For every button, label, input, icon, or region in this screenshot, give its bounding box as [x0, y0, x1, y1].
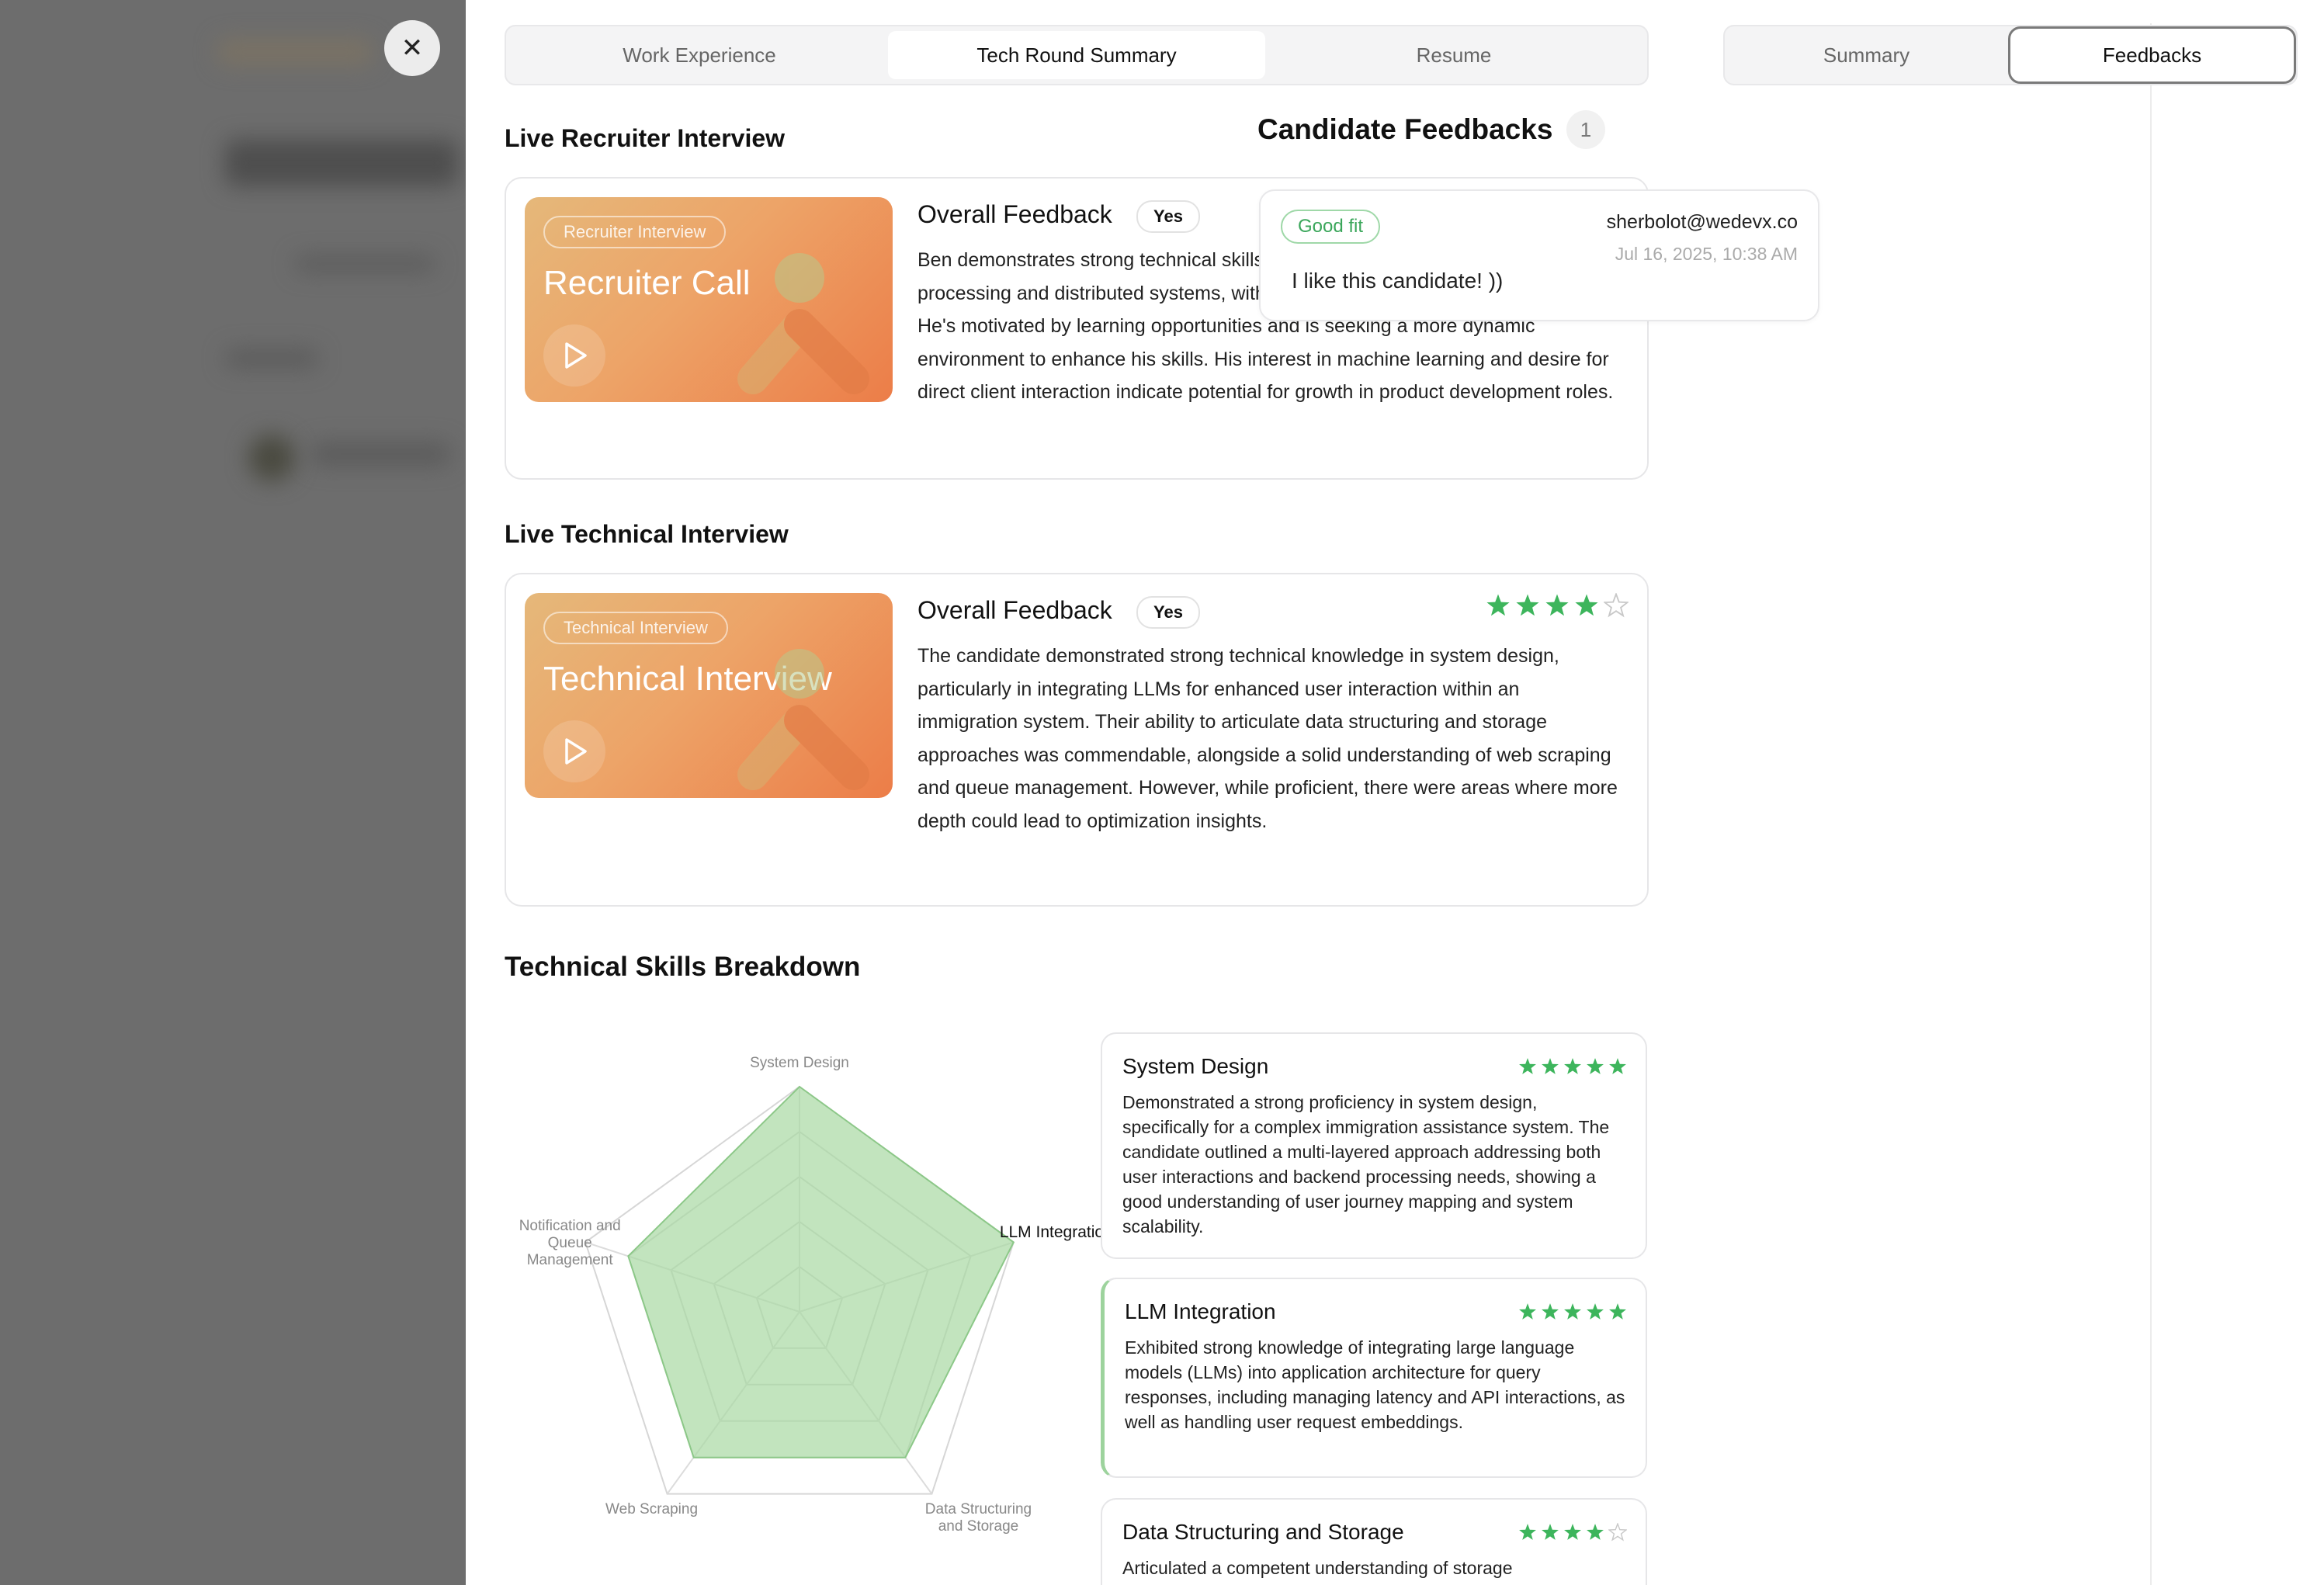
right-tab-bar: Summary Feedbacks	[1723, 25, 2298, 85]
column-divider	[2150, 23, 2152, 1585]
star-filled-icon	[1609, 1058, 1626, 1074]
rating-stars	[1518, 1057, 1627, 1076]
close-modal-button[interactable]: ✕	[384, 20, 440, 76]
overall-feedback-title: Overall Feedback	[917, 200, 1112, 228]
star-filled-icon	[1519, 1524, 1536, 1540]
star-filled-icon	[1564, 1524, 1581, 1540]
feedback-text: The candidate demonstrated strong techni…	[917, 645, 1618, 832]
tab-work-experience[interactable]: Work Experience	[511, 31, 888, 79]
close-icon: ✕	[401, 33, 424, 63]
blurred-background	[0, 0, 466, 1585]
fit-tag: Good fit	[1281, 210, 1381, 244]
skill-card[interactable]: Data Structuring and Storage Articulated…	[1101, 1498, 1647, 1585]
radar-axis-label: Data Structuring and Storage	[924, 1500, 1032, 1535]
feedback-author: sherbolot@wedevx.co	[1606, 211, 1798, 233]
star-filled-icon	[1545, 594, 1569, 616]
star-filled-icon	[1542, 1303, 1559, 1320]
star-filled-icon	[1519, 1058, 1536, 1074]
rating-stars	[1486, 593, 1629, 618]
rating-stars	[1518, 1302, 1627, 1321]
feedbacks-title: Candidate Feedbacks	[1257, 113, 1553, 145]
verdict-badge: Yes	[1136, 200, 1200, 233]
play-icon	[565, 738, 587, 765]
star-filled-icon	[1486, 594, 1510, 616]
overall-feedback-title: Overall Feedback	[917, 596, 1112, 624]
recruiter-video-thumbnail[interactable]: Recruiter Interview Recruiter Call	[525, 197, 893, 402]
radar-axis-label: Web Scraping	[605, 1500, 699, 1517]
tab-resume[interactable]: Resume	[1265, 31, 1642, 79]
star-filled-icon	[1564, 1058, 1581, 1074]
radar-series-area	[627, 1085, 1015, 1458]
star-filled-icon	[1542, 1524, 1559, 1540]
person-illustration-icon	[737, 253, 869, 394]
left-tab-bar: Work Experience Tech Round Summary Resum…	[505, 25, 1649, 85]
technical-interview-card: Technical Interview Technical Interview …	[505, 573, 1649, 907]
tab-tech-round-summary[interactable]: Tech Round Summary	[888, 31, 1265, 79]
star-filled-icon	[1609, 1303, 1626, 1320]
play-button[interactable]	[543, 720, 605, 782]
verdict-badge: Yes	[1136, 596, 1200, 629]
video-badge: Technical Interview	[543, 612, 728, 644]
feedback-item: Good fit sherbolot@wedevx.co Jul 16, 202…	[1259, 189, 1819, 321]
star-filled-icon	[1575, 594, 1598, 616]
tab-summary[interactable]: Summary	[1725, 26, 2008, 84]
tab-feedbacks[interactable]: Feedbacks	[2008, 26, 2296, 84]
skill-card[interactable]: System Design Demonstrated a strong prof…	[1101, 1032, 1647, 1259]
feedback-count-badge: 1	[1566, 110, 1605, 149]
video-title: Recruiter Call	[543, 264, 751, 302]
feedback-date: Jul 16, 2025, 10:38 AM	[1615, 244, 1798, 264]
skill-description: Exhibited strong knowledge of integratin…	[1125, 1337, 1625, 1432]
rating-stars	[1518, 1523, 1627, 1542]
star-filled-icon	[1587, 1058, 1604, 1074]
feedback-comment: I like this candidate! ))	[1292, 269, 1504, 293]
person-illustration-icon	[737, 649, 869, 790]
candidate-detail-panel: Work Experience Tech Round Summary Resum…	[466, 0, 2324, 1585]
play-button[interactable]	[543, 324, 605, 387]
star-filled-icon	[1587, 1303, 1604, 1320]
star-empty-icon	[1604, 593, 1629, 618]
radar-axis-label: Notification and Queue Management	[519, 1218, 621, 1269]
skill-card-selected[interactable]: LLM Integration Exhibited strong knowled…	[1101, 1278, 1647, 1478]
radar-axis-label: System Design	[750, 1055, 849, 1071]
star-filled-icon	[1516, 594, 1539, 616]
skills-radar-chart	[584, 1085, 1015, 1495]
skill-description: Demonstrated a strong proficiency in sys…	[1122, 1092, 1610, 1236]
play-icon	[565, 342, 587, 369]
star-filled-icon	[1519, 1303, 1536, 1320]
technical-video-thumbnail[interactable]: Technical Interview Technical Interview	[525, 593, 893, 798]
video-badge: Recruiter Interview	[543, 216, 727, 248]
star-empty-icon	[1608, 1523, 1627, 1542]
star-filled-icon	[1587, 1524, 1604, 1540]
star-filled-icon	[1542, 1058, 1559, 1074]
skill-description: Articulated a competent understanding of…	[1122, 1558, 1513, 1578]
recruiter-section-title: Live Recruiter Interview	[505, 124, 786, 152]
technical-section-title: Live Technical Interview	[505, 520, 789, 548]
star-filled-icon	[1564, 1303, 1581, 1320]
skills-section-title: Technical Skills Breakdown	[505, 952, 861, 982]
